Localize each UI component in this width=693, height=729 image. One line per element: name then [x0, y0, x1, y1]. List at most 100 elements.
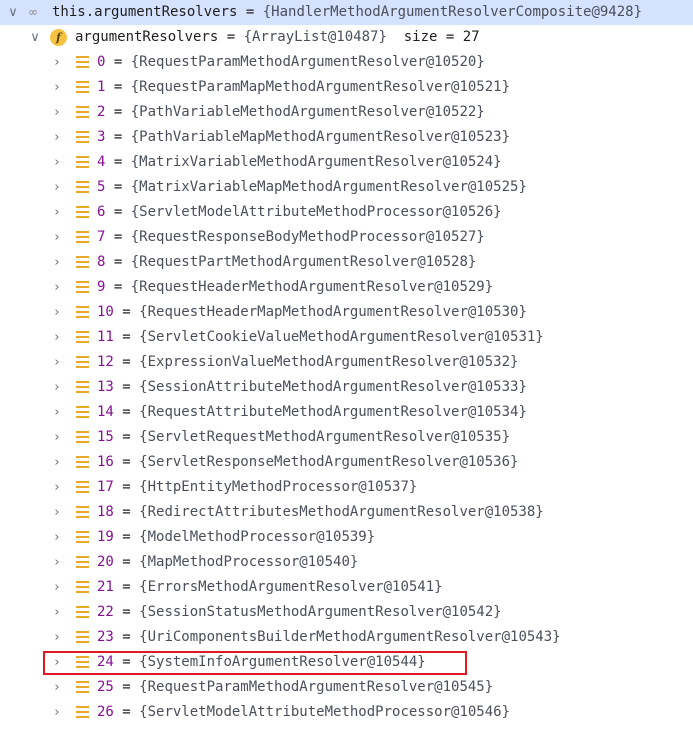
list-item[interactable]: › 9 = {RequestHeaderMethodArgumentResolve…	[0, 275, 693, 300]
chevron-right-icon[interactable]: ›	[50, 175, 64, 200]
item-value: {RedirectAttributesMethodArgumentResolve…	[139, 504, 544, 520]
array-element-icon	[76, 81, 89, 93]
list-item[interactable]: › 0 = {RequestParamMethodArgumentResolver…	[0, 50, 693, 75]
watch-expression: this.argumentResolvers	[52, 4, 238, 20]
list-item[interactable]: › 12 = {ExpressionValueMethodArgumentReso…	[0, 350, 693, 375]
chevron-right-icon[interactable]: ›	[50, 225, 64, 250]
item-index: 22	[97, 604, 114, 620]
item-value: {SystemInfoArgumentResolver@10544}	[139, 654, 426, 670]
item-value: {RequestResponseBodyMethodProcessor@1052…	[130, 229, 485, 245]
list-item[interactable]: › 11 = {ServletCookieValueMethodArgumentR…	[0, 325, 693, 350]
item-value: {PathVariableMapMethodArgumentResolver@1…	[130, 129, 511, 145]
item-index: 17	[97, 479, 114, 495]
chevron-right-icon[interactable]: ›	[50, 575, 64, 600]
chevron-right-icon[interactable]: ›	[50, 675, 64, 700]
chevron-down-icon[interactable]: ∨	[28, 25, 42, 50]
item-index: 11	[97, 329, 114, 345]
chevron-right-icon[interactable]: ›	[50, 375, 64, 400]
chevron-right-icon[interactable]: ›	[50, 275, 64, 300]
chevron-right-icon[interactable]: ›	[50, 700, 64, 725]
watch-glasses-icon: ∞	[28, 5, 38, 19]
item-value: {RequestParamMethodArgumentResolver@1052…	[130, 54, 485, 70]
chevron-right-icon[interactable]: ›	[50, 250, 64, 275]
array-element-icon	[76, 156, 89, 168]
list-item[interactable]: › 7 = {RequestResponseBodyMethodProcessor…	[0, 225, 693, 250]
item-index: 21	[97, 579, 114, 595]
chevron-down-icon[interactable]: ∨	[6, 0, 20, 25]
field-row-argument-resolvers[interactable]: ∨ f argumentResolvers = {ArrayList@10487…	[0, 25, 693, 50]
item-value: {RequestHeaderMethodArgumentResolver@105…	[130, 279, 494, 295]
chevron-right-icon[interactable]: ›	[50, 625, 64, 650]
list-item[interactable]: › 8 = {RequestPartMethodArgumentResolver@…	[0, 250, 693, 275]
item-value: {MapMethodProcessor@10540}	[139, 554, 359, 570]
array-element-icon	[76, 131, 89, 143]
array-element-icon	[76, 706, 89, 718]
item-index: 18	[97, 504, 114, 520]
chevron-right-icon[interactable]: ›	[50, 525, 64, 550]
list-item[interactable]: › 15 = {ServletRequestMethodArgumentResol…	[0, 425, 693, 450]
chevron-right-icon[interactable]: ›	[50, 125, 64, 150]
array-element-icon	[76, 256, 89, 268]
chevron-right-icon[interactable]: ›	[50, 150, 64, 175]
array-element-icon	[76, 556, 89, 568]
list-item[interactable]: › 3 = {PathVariableMapMethodArgumentResol…	[0, 125, 693, 150]
array-element-icon	[76, 431, 89, 443]
item-value: {ServletModelAttributeMethodProcessor@10…	[130, 204, 502, 220]
list-item[interactable]: › 18 = {RedirectAttributesMethodArgumentR…	[0, 500, 693, 525]
chevron-right-icon[interactable]: ›	[50, 500, 64, 525]
list-item[interactable]: › 20 = {MapMethodProcessor@10540}	[0, 550, 693, 575]
chevron-right-icon[interactable]: ›	[50, 475, 64, 500]
item-value: {HttpEntityMethodProcessor@10537}	[139, 479, 418, 495]
item-value: {SessionStatusMethodArgumentResolver@105…	[139, 604, 502, 620]
item-value: {ServletResponseMethodArgumentResolver@1…	[139, 454, 519, 470]
watch-row-root[interactable]: ∨ ∞ this.argumentResolvers = {HandlerMet…	[0, 0, 693, 25]
list-item[interactable]: › 14 = {RequestAttributeMethodArgumentRes…	[0, 400, 693, 425]
chevron-right-icon[interactable]: ›	[50, 100, 64, 125]
list-item[interactable]: › 2 = {PathVariableMethodArgumentResolver…	[0, 100, 693, 125]
chevron-right-icon[interactable]: ›	[50, 650, 64, 675]
list-item[interactable]: › 24 = {SystemInfoArgumentResolver@10544}	[0, 650, 693, 675]
chevron-right-icon[interactable]: ›	[50, 450, 64, 475]
item-value: {SessionAttributeMethodArgumentResolver@…	[139, 379, 527, 395]
list-item[interactable]: › 5 = {MatrixVariableMapMethodArgumentRes…	[0, 175, 693, 200]
list-item[interactable]: › 16 = {ServletResponseMethodArgumentReso…	[0, 450, 693, 475]
list-item[interactable]: › 4 = {MatrixVariableMethodArgumentResolv…	[0, 150, 693, 175]
item-index: 12	[97, 354, 114, 370]
item-index: 25	[97, 679, 114, 695]
chevron-right-icon[interactable]: ›	[50, 400, 64, 425]
array-element-icon	[76, 206, 89, 218]
list-item[interactable]: › 6 = {ServletModelAttributeMethodProcess…	[0, 200, 693, 225]
chevron-right-icon[interactable]: ›	[50, 200, 64, 225]
list-item[interactable]: › 25 = {RequestParamMethodArgumentResolve…	[0, 675, 693, 700]
array-element-icon	[76, 531, 89, 543]
array-element-icon	[76, 181, 89, 193]
list-item[interactable]: › 10 = {RequestHeaderMapMethodArgumentRes…	[0, 300, 693, 325]
array-element-icon	[76, 406, 89, 418]
item-value: {MatrixVariableMapMethodArgumentResolver…	[130, 179, 527, 195]
chevron-right-icon[interactable]: ›	[50, 350, 64, 375]
item-index: 26	[97, 704, 114, 720]
list-item[interactable]: › 26 = {ServletModelAttributeMethodProces…	[0, 700, 693, 725]
chevron-right-icon[interactable]: ›	[50, 425, 64, 450]
item-value: {UriComponentsBuilderMethodArgumentResol…	[139, 629, 561, 645]
item-value: {ModelMethodProcessor@10539}	[139, 529, 376, 545]
chevron-right-icon[interactable]: ›	[50, 325, 64, 350]
array-element-icon	[76, 306, 89, 318]
array-element-icon	[76, 331, 89, 343]
chevron-right-icon[interactable]: ›	[50, 550, 64, 575]
list-item[interactable]: › 19 = {ModelMethodProcessor@10539}	[0, 525, 693, 550]
item-index: 14	[97, 404, 114, 420]
chevron-right-icon[interactable]: ›	[50, 600, 64, 625]
array-element-icon	[76, 681, 89, 693]
list-item[interactable]: › 22 = {SessionStatusMethodArgumentResolv…	[0, 600, 693, 625]
list-item[interactable]: › 17 = {HttpEntityMethodProcessor@10537}	[0, 475, 693, 500]
chevron-right-icon[interactable]: ›	[50, 50, 64, 75]
list-item[interactable]: › 1 = {RequestParamMapMethodArgumentResol…	[0, 75, 693, 100]
array-element-icon	[76, 56, 89, 68]
list-item[interactable]: › 23 = {UriComponentsBuilderMethodArgumen…	[0, 625, 693, 650]
item-value: {RequestParamMethodArgumentResolver@1054…	[139, 679, 494, 695]
chevron-right-icon[interactable]: ›	[50, 300, 64, 325]
list-item[interactable]: › 21 = {ErrorsMethodArgumentResolver@1054…	[0, 575, 693, 600]
list-item[interactable]: › 13 = {SessionAttributeMethodArgumentRes…	[0, 375, 693, 400]
chevron-right-icon[interactable]: ›	[50, 75, 64, 100]
